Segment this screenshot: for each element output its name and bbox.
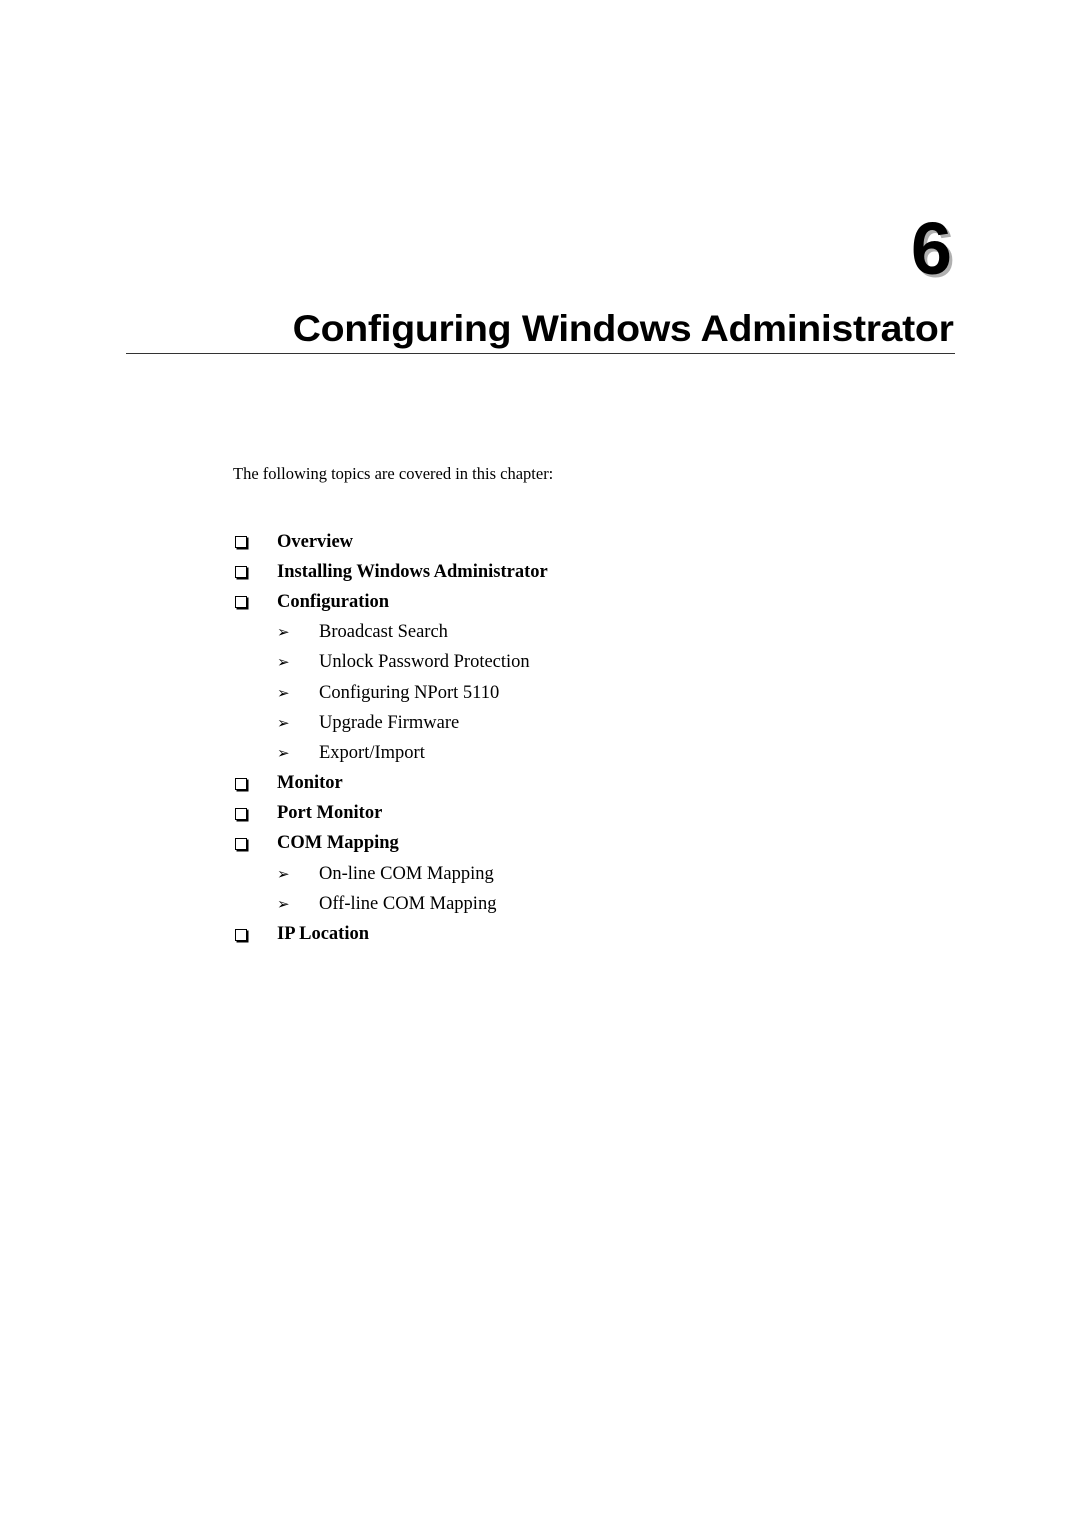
arrowhead-bullet-icon: ➢ <box>277 743 290 762</box>
checkbox-icon <box>235 596 247 609</box>
subtopic-label: Off-line COM Mapping <box>319 893 497 914</box>
topic-label: Monitor <box>277 773 343 794</box>
subtopic-label: Export/Import <box>319 742 425 763</box>
subtopic-item: ➢ Upgrade Firmware <box>233 708 548 738</box>
subtopic-label: Unlock Password Protection <box>319 652 530 673</box>
subtopic-item: ➢ Export/Import <box>233 738 548 768</box>
checkbox-icon <box>235 807 247 820</box>
topic-label: IP Location <box>277 924 369 945</box>
subtopic-label: Broadcast Search <box>319 622 448 643</box>
title-divider <box>126 353 955 354</box>
arrowhead-bullet-icon: ➢ <box>277 683 290 702</box>
arrowhead-bullet-icon: ➢ <box>277 894 290 913</box>
topic-label: Overview <box>277 531 354 552</box>
subtopic-item: ➢ Broadcast Search <box>233 618 548 648</box>
arrowhead-bullet-icon: ➢ <box>277 864 290 883</box>
topic-label: COM Mapping <box>277 833 399 854</box>
checkbox-icon <box>235 837 247 850</box>
checkbox-icon <box>235 566 247 579</box>
arrowhead-bullet-icon: ➢ <box>277 713 290 732</box>
subtopic-item: ➢ Off-line COM Mapping <box>233 889 548 919</box>
subtopic-item: ➢ Configuring NPort 5110 <box>233 678 548 708</box>
subtopic-label: On-line COM Mapping <box>319 863 494 884</box>
topic-label: Configuration <box>277 591 390 612</box>
checkbox-icon <box>235 777 247 790</box>
subtopic-item: ➢ Unlock Password Protection <box>233 648 548 678</box>
arrowhead-bullet-icon: ➢ <box>277 623 290 642</box>
checkbox-icon <box>235 928 247 941</box>
topic-item: Configuration <box>233 587 548 617</box>
subtopic-label: Upgrade Firmware <box>319 712 460 733</box>
topic-item: COM Mapping <box>233 829 548 859</box>
subtopic-item: ➢ On-line COM Mapping <box>233 859 548 889</box>
chapter-number: 6 <box>910 207 952 290</box>
topic-item: Port Monitor <box>233 799 548 829</box>
intro-text: The following topics are covered in this… <box>233 464 554 483</box>
topic-label: Installing Windows Administrator <box>277 561 548 582</box>
chapter-title: Configuring Windows Administrator <box>293 308 954 349</box>
topic-label: Port Monitor <box>277 803 383 824</box>
topic-list: Overview Installing Windows Administrato… <box>233 527 548 950</box>
topic-item: Installing Windows Administrator <box>233 557 548 587</box>
subtopic-label: Configuring NPort 5110 <box>319 682 500 703</box>
arrowhead-bullet-icon: ➢ <box>277 653 290 672</box>
topic-item: Monitor <box>233 769 548 799</box>
checkbox-icon <box>235 536 247 549</box>
topic-item: IP Location <box>233 919 548 949</box>
topic-item: Overview <box>233 527 548 557</box>
